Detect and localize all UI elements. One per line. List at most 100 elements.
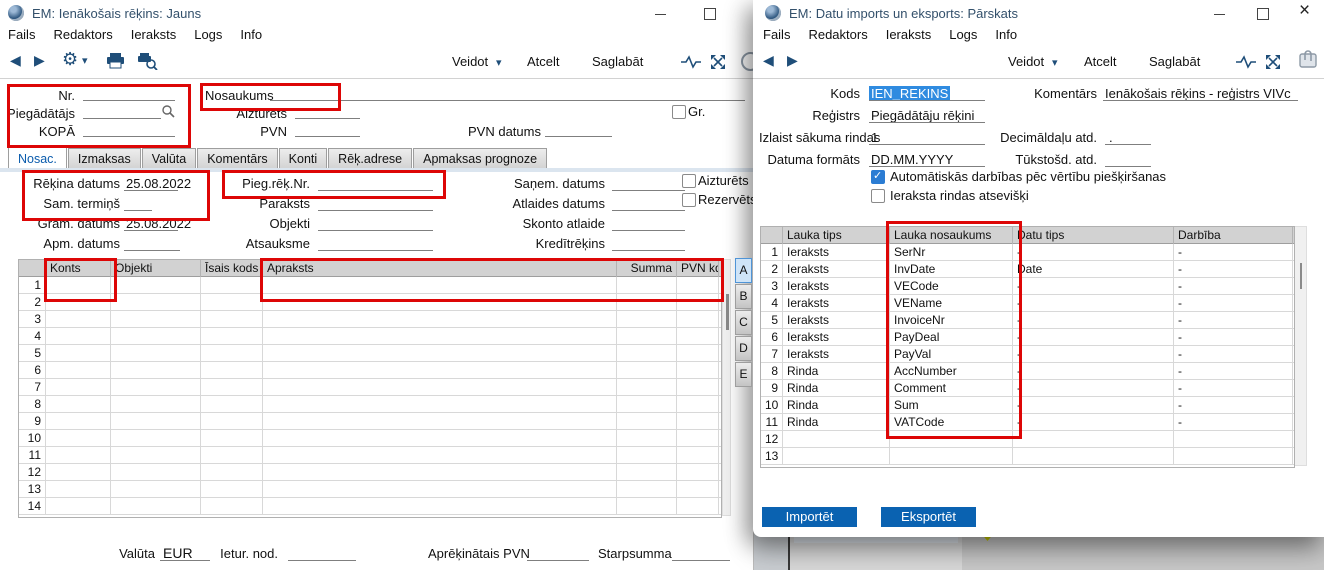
table-row[interactable]: 2 <box>19 294 721 311</box>
grid-cell[interactable] <box>1174 448 1293 465</box>
grid-cell[interactable]: 10 <box>19 430 46 447</box>
grid-cell[interactable] <box>783 448 890 465</box>
menu-item-info[interactable]: Info <box>995 27 1017 46</box>
grid-cell[interactable] <box>201 294 263 311</box>
tab-nosac[interactable]: Nosac. <box>8 147 67 170</box>
activity-icon[interactable] <box>1235 55 1257 69</box>
mapping-table-scrollbar[interactable] <box>1293 226 1307 466</box>
grid-cell[interactable] <box>201 396 263 413</box>
nr-input[interactable] <box>83 100 175 101</box>
side-tab-a[interactable]: A <box>735 258 752 283</box>
grid-cell[interactable]: Rinda <box>783 363 890 380</box>
grid-cell[interactable]: Sum <box>890 397 1013 414</box>
invoice-grid-scrollbar[interactable] <box>722 259 731 516</box>
grid-cell[interactable] <box>111 362 201 379</box>
grid-cell[interactable]: 2 <box>19 294 46 311</box>
grid-cell[interactable]: 5 <box>761 312 783 329</box>
grid-cell[interactable]: VATCode <box>890 414 1013 431</box>
grid-cell[interactable]: Rinda <box>783 397 890 414</box>
mapping-table-scroll-thumb[interactable] <box>1300 263 1302 289</box>
rezervets-checkbox[interactable] <box>682 193 696 207</box>
table-row[interactable]: 12 <box>761 431 1294 448</box>
tab-rek-adrese[interactable]: Rēķ.adrese <box>328 148 412 169</box>
grid-cell[interactable]: - <box>1013 380 1174 397</box>
grid-cell[interactable] <box>263 294 617 311</box>
grid-cell[interactable]: - <box>1013 244 1174 261</box>
veidot-caret-icon[interactable]: ▾ <box>1052 56 1058 69</box>
grid-cell[interactable] <box>617 396 677 413</box>
grid-cell[interactable] <box>1013 448 1174 465</box>
invoice-grid-scroll-thumb[interactable] <box>726 294 729 330</box>
table-row[interactable]: 8 <box>19 396 721 413</box>
table-row[interactable]: 1IerakstsSerNr-- <box>761 244 1294 261</box>
forward-icon[interactable]: ▶ <box>34 52 45 69</box>
grid-cell[interactable] <box>201 379 263 396</box>
grid-cell[interactable] <box>263 277 617 294</box>
saglabat-button[interactable]: Saglabāt <box>592 54 643 69</box>
grid-cell[interactable]: AccNumber <box>890 363 1013 380</box>
grid-cell[interactable]: - <box>1013 414 1174 431</box>
kods-value[interactable]: IEN_REKINS <box>869 86 950 101</box>
grid-cell[interactable] <box>617 345 677 362</box>
print-icon[interactable] <box>106 53 125 69</box>
grid-cell[interactable]: - <box>1013 346 1174 363</box>
grid-cell[interactable] <box>617 328 677 345</box>
maximize-button[interactable] <box>704 8 716 20</box>
grid-cell[interactable] <box>111 447 201 464</box>
grid-cell[interactable] <box>263 396 617 413</box>
tab-konti[interactable]: Konti <box>279 148 328 169</box>
komentars-value[interactable]: Ienākošais rēķins - reģistrs VIVc <box>1105 86 1291 101</box>
grid-cell[interactable]: Rinda <box>783 414 890 431</box>
importet-button[interactable]: Importēt <box>762 507 857 527</box>
atlaides-datums-input[interactable] <box>612 210 685 211</box>
tab-apmaksas-prognoze[interactable]: Apmaksas prognoze <box>413 148 547 169</box>
grid-cell[interactable] <box>111 396 201 413</box>
table-row[interactable]: 7 <box>19 379 721 396</box>
table-row[interactable]: 13 <box>19 481 721 498</box>
grid-cell[interactable] <box>46 396 111 413</box>
grid-cell[interactable] <box>617 294 677 311</box>
grid-cell[interactable]: 13 <box>761 448 783 465</box>
grid-cell[interactable]: 6 <box>761 329 783 346</box>
grid-cell[interactable]: - <box>1174 397 1293 414</box>
menu-item-ieraksts[interactable]: Ieraksts <box>886 27 932 46</box>
grid-cell[interactable]: Ieraksts <box>783 295 890 312</box>
grid-cell[interactable] <box>46 328 111 345</box>
grid-cell[interactable]: - <box>1013 363 1174 380</box>
grid-cell[interactable] <box>783 431 890 448</box>
menu-item-redaktors[interactable]: Redaktors <box>53 27 112 46</box>
grid-cell[interactable] <box>46 379 111 396</box>
table-row[interactable]: 10 <box>19 430 721 447</box>
grid-cell[interactable]: Ieraksts <box>783 261 890 278</box>
grid-cell[interactable]: PayVal <box>890 346 1013 363</box>
grid-cell[interactable] <box>201 362 263 379</box>
komentars-input[interactable] <box>1103 100 1298 101</box>
grid-cell[interactable] <box>201 345 263 362</box>
atcelt-button[interactable]: Atcelt <box>527 54 560 69</box>
grid-cell[interactable] <box>111 379 201 396</box>
grid-cell[interactable]: Comment <box>890 380 1013 397</box>
grid-cell[interactable]: InvDate <box>890 261 1013 278</box>
grid-cell[interactable]: Ieraksts <box>783 244 890 261</box>
apm-datums-input[interactable] <box>124 250 180 251</box>
grid-cell[interactable] <box>617 430 677 447</box>
table-row[interactable]: 2IerakstsInvDateDate- <box>761 261 1294 278</box>
grid-cell[interactable]: 1 <box>761 244 783 261</box>
side-tab-e[interactable]: E <box>735 362 752 387</box>
grid-cell[interactable] <box>677 396 719 413</box>
grid-cell[interactable] <box>201 328 263 345</box>
table-row[interactable]: 8RindaAccNumber-- <box>761 363 1294 380</box>
table-row[interactable]: 5 <box>19 345 721 362</box>
grid-cell[interactable]: 7 <box>19 379 46 396</box>
side-tab-c[interactable]: C <box>735 310 752 335</box>
grid-cell[interactable] <box>201 447 263 464</box>
sanem-datums-input[interactable] <box>612 190 685 191</box>
grid-cell[interactable] <box>201 498 263 515</box>
gr-checkbox[interactable] <box>672 105 686 119</box>
grid-cell[interactable]: SerNr <box>890 244 1013 261</box>
grid-cell[interactable] <box>617 362 677 379</box>
activity-icon[interactable] <box>680 55 702 69</box>
grid-cell[interactable] <box>677 362 719 379</box>
menu-item-info[interactable]: Info <box>240 27 262 46</box>
grid-cell[interactable] <box>201 311 263 328</box>
